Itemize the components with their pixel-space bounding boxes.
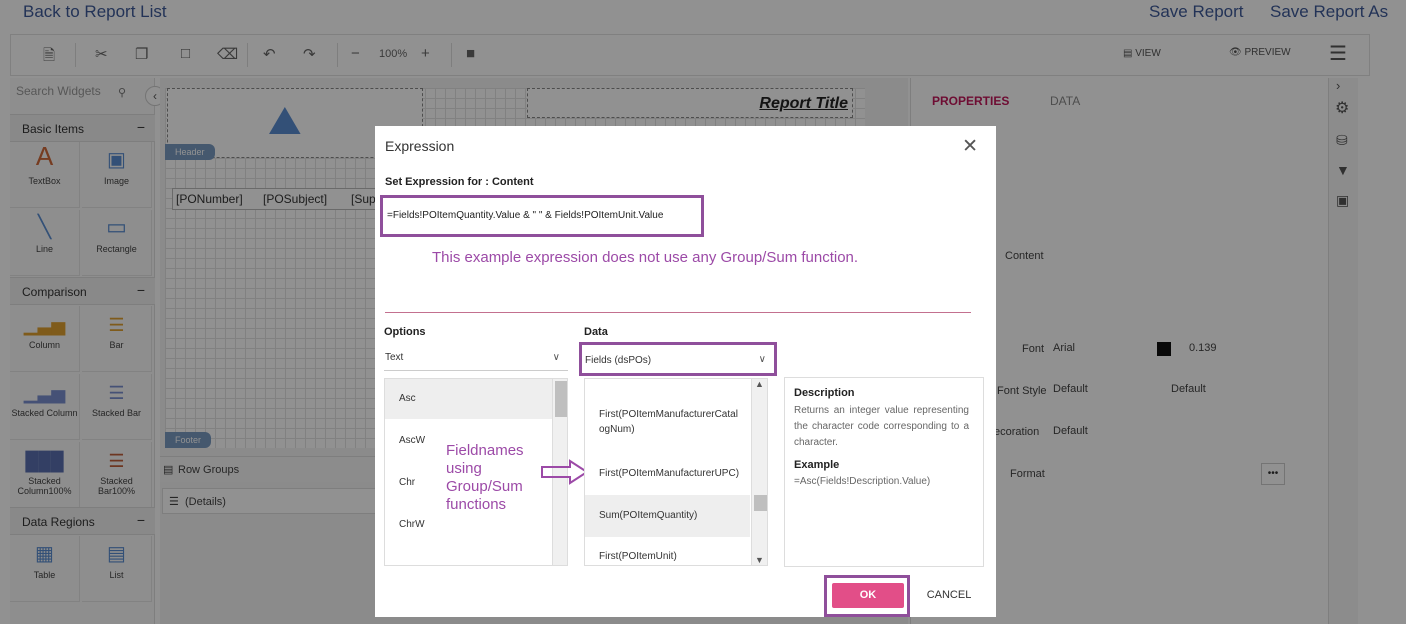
data-selected: Fields (dsPOs) xyxy=(585,355,652,366)
expression-dialog: Expression ✕ Set Expression for : Conten… xyxy=(375,126,996,617)
scroll-up-icon[interactable]: ▲ xyxy=(755,379,764,389)
data-item-manufacturer-catalog[interactable]: First(POItemManufacturerCatal ogNum) xyxy=(585,407,749,437)
options-label: Options xyxy=(384,326,426,338)
set-expression-label: Set Expression for : Content xyxy=(385,176,534,188)
description-panel: Description Returns an integer value rep… xyxy=(784,377,984,567)
annotation-arrow-icon xyxy=(541,459,589,485)
expression-input[interactable]: =Fields!POItemQuantity.Value & " " & Fie… xyxy=(380,195,704,237)
data-label: Data xyxy=(584,326,608,338)
data-select[interactable]: Fields (dsPOs) ∨ xyxy=(579,342,777,376)
chevron-down-icon: ∨ xyxy=(758,354,766,365)
data-item-sum-quantity[interactable]: Sum(POItemQuantity) xyxy=(585,495,750,537)
expression-text: =Fields!POItemQuantity.Value & " " & Fie… xyxy=(387,210,664,221)
cancel-button[interactable]: CANCEL xyxy=(916,583,982,608)
scroll-thumb[interactable] xyxy=(555,381,567,417)
divider xyxy=(385,312,971,313)
options-item-ascw[interactable]: AscW xyxy=(385,435,425,453)
scroll-down-icon[interactable]: ▼ xyxy=(755,555,764,565)
dialog-title: Expression xyxy=(385,138,455,154)
description-title: Description xyxy=(794,387,855,399)
options-selected: Text xyxy=(385,352,404,363)
example-text: =Asc(Fields!Description.Value) xyxy=(794,476,931,487)
close-icon[interactable]: ✕ xyxy=(962,135,978,158)
options-item-asc[interactable]: Asc xyxy=(385,379,553,419)
annotation-note: This example expression does not use any… xyxy=(432,249,859,266)
scroll-thumb[interactable] xyxy=(754,495,767,511)
description-text: Returns an integer value representing th… xyxy=(794,405,969,448)
fieldnames-annotation: Fieldnames using Group/Sum functions xyxy=(446,442,524,513)
data-fields-list: First(POItemManufacturerCatal ogNum) Fir… xyxy=(584,378,768,566)
options-select[interactable]: Text ∨ xyxy=(384,345,568,371)
chevron-down-icon: ∨ xyxy=(552,352,560,363)
options-item-chr[interactable]: Chr xyxy=(385,477,415,495)
data-item-unit[interactable]: First(POItemUnit) xyxy=(585,551,677,562)
example-title: Example xyxy=(794,459,840,471)
options-item-chrw[interactable]: ChrW xyxy=(385,519,425,537)
ok-button[interactable]: OK xyxy=(832,583,904,608)
data-scrollbar[interactable]: ▲ ▼ xyxy=(751,379,767,565)
data-item-manufacturer-upc[interactable]: First(POItemManufacturerUPC) xyxy=(585,468,739,479)
